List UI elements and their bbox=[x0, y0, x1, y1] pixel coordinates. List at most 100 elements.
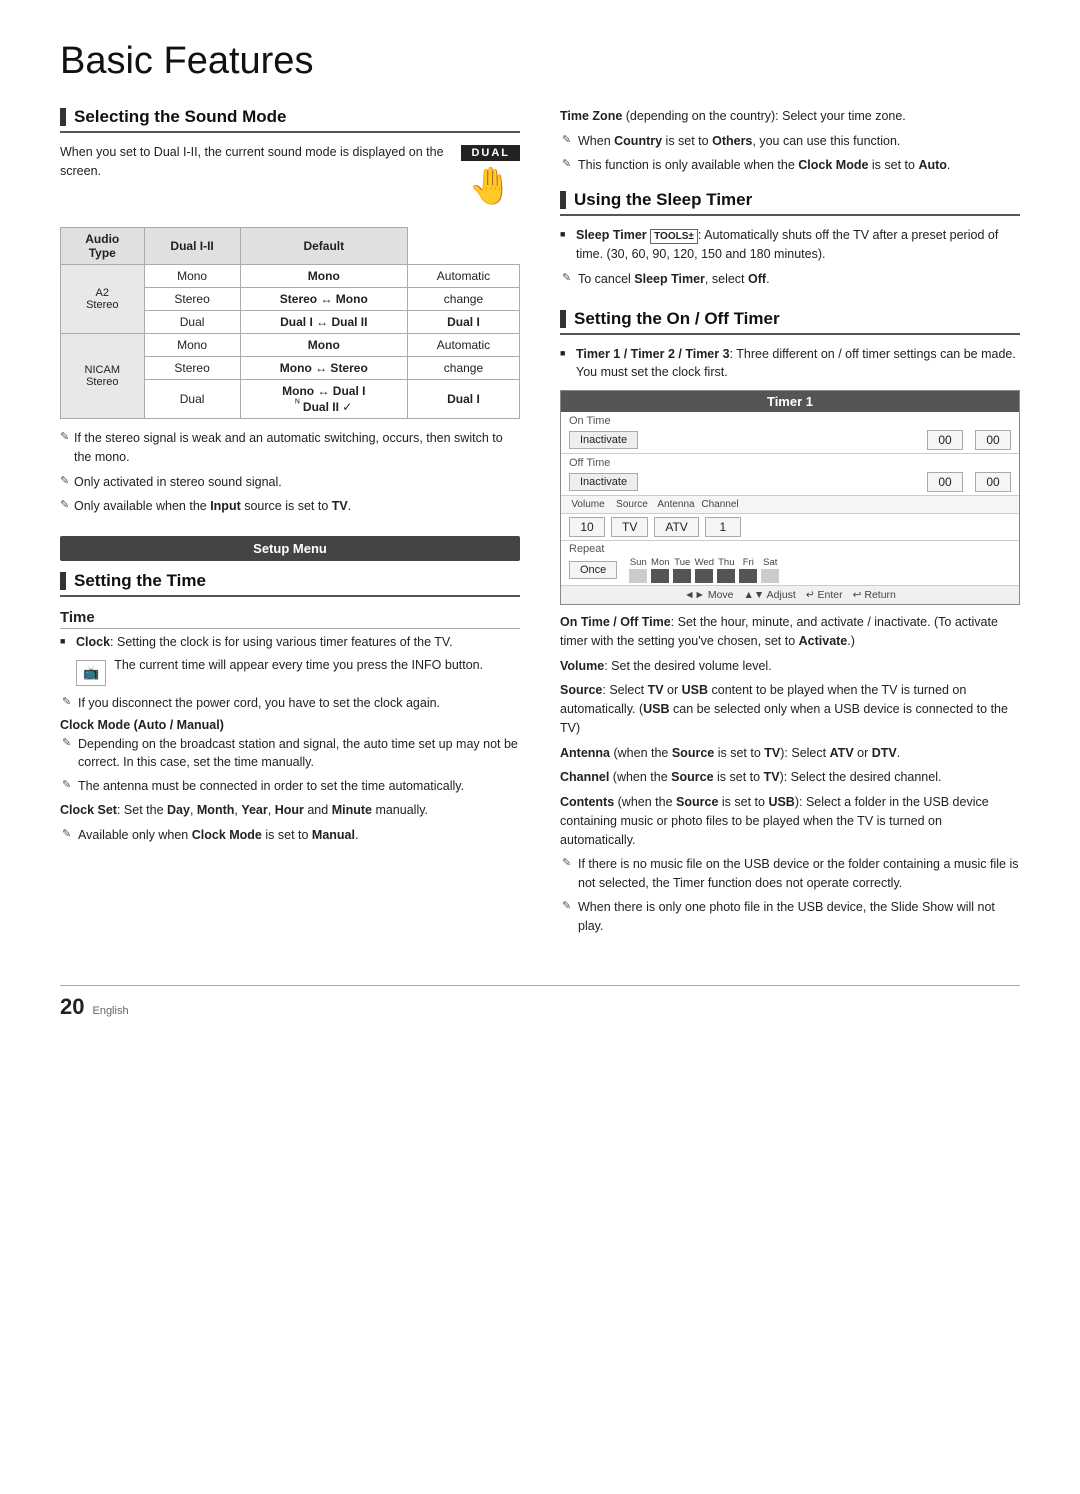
info-button-note: 📺 The current time will appear every tim… bbox=[76, 658, 520, 688]
dual-box: DUAL bbox=[461, 145, 520, 161]
day-sun: Sun bbox=[628, 557, 648, 568]
clock-mode-note-1: Depending on the broadcast station and s… bbox=[60, 735, 520, 773]
on-inactivate[interactable]: Inactivate bbox=[569, 431, 638, 449]
off-inactivate[interactable]: Inactivate bbox=[569, 473, 638, 491]
clock-mode-note-2: The antenna must be connected in order t… bbox=[60, 777, 520, 796]
header-bar-on-off bbox=[560, 310, 566, 328]
clock-mode-header: Clock Mode (Auto / Manual) bbox=[60, 718, 520, 732]
desc-note-1: If there is no music file on the USB dev… bbox=[560, 855, 1020, 893]
nav-return: ↩ Return bbox=[853, 589, 896, 601]
time-zone-text: Time Zone (depending on the country): Se… bbox=[560, 107, 1020, 126]
left-column: Selecting the Sound Mode I-II DUAL 🤚 Whe… bbox=[60, 107, 520, 955]
on-hour[interactable]: 00 bbox=[927, 430, 963, 450]
time-zone-note-1: When Country is set to Others, you can u… bbox=[560, 132, 1020, 151]
volume-val[interactable]: 10 bbox=[569, 517, 605, 537]
nav-adjust: ▲▼ Adjust bbox=[744, 589, 796, 601]
repeat-section: Repeat Once Sun Mon bbox=[561, 541, 1019, 586]
antenna-val[interactable]: ATV bbox=[654, 517, 698, 537]
desc-channel: Channel (when the Source is set to TV): … bbox=[560, 768, 1020, 787]
sound-note-2: Only activated in stereo sound signal. bbox=[60, 473, 520, 492]
channel-val[interactable]: 1 bbox=[705, 517, 741, 537]
repeat-label: Repeat bbox=[569, 543, 1011, 555]
day-box-thu bbox=[717, 569, 735, 583]
setup-menu-bar: Setup Menu bbox=[60, 536, 520, 561]
off-time-label: Off Time bbox=[561, 454, 1019, 469]
header-bar-time bbox=[60, 572, 66, 590]
day-sat: Sat bbox=[760, 557, 780, 568]
day-box-tue bbox=[673, 569, 691, 583]
right-column: Time Zone (depending on the country): Se… bbox=[560, 107, 1020, 955]
day-box-mon bbox=[651, 569, 669, 583]
remote-icon: 📺 bbox=[83, 665, 99, 681]
timer-title: Timer 1 bbox=[561, 391, 1019, 412]
hand-icon: 🤚 bbox=[461, 165, 520, 207]
header-bar-sleep bbox=[560, 191, 566, 209]
timer-bullet: Timer 1 / Timer 2 / Timer 3: Three diffe… bbox=[560, 345, 1020, 383]
section-sleep-title: Using the Sleep Timer bbox=[574, 190, 752, 210]
nicam-dual-type: Dual bbox=[144, 380, 240, 419]
stereo-type: Stereo bbox=[144, 288, 240, 311]
day-box-sun bbox=[629, 569, 647, 583]
available-note: Available only when Clock Mode is set to… bbox=[60, 826, 520, 845]
desc-contents: Contents (when the Source is set to USB)… bbox=[560, 793, 1020, 849]
vsac-label-row: Volume Source Antenna Channel bbox=[561, 496, 1019, 514]
section-on-off-header: Setting the On / Off Timer bbox=[560, 309, 1020, 335]
repeat-val[interactable]: Once bbox=[569, 561, 617, 579]
stereo-default: change bbox=[407, 288, 519, 311]
info-icon-box: 📺 bbox=[76, 660, 106, 686]
nicam-mono-dual: Mono bbox=[240, 334, 407, 357]
info-note-text: The current time will appear every time … bbox=[114, 658, 483, 672]
section-time: Setting the Time Time Clock: Setting the… bbox=[60, 571, 520, 844]
day-tue: Tue bbox=[672, 557, 692, 568]
table-row: NICAMStereo Mono Mono Automatic bbox=[61, 334, 520, 357]
sound-note-1: If the stereo signal is weak and an auto… bbox=[60, 429, 520, 467]
nicam-stereo-default: change bbox=[407, 357, 519, 380]
day-mon: Mon bbox=[650, 557, 670, 568]
timer-box: Timer 1 On Time Inactivate 00 00 Off Tim… bbox=[560, 390, 1020, 605]
sleep-note: To cancel Sleep Timer, select Off. bbox=[560, 270, 1020, 289]
on-min[interactable]: 00 bbox=[975, 430, 1011, 450]
clock-note-1: If you disconnect the power cord, you ha… bbox=[60, 694, 520, 713]
desc-source: Source: Select TV or USB content to be p… bbox=[560, 681, 1020, 737]
source-val[interactable]: TV bbox=[611, 517, 648, 537]
section-sound-header: Selecting the Sound Mode bbox=[60, 107, 520, 133]
timer-nav: ◄► Move ▲▼ Adjust ↵ Enter ↩ Return bbox=[561, 586, 1019, 604]
nicam-dual-dual: Mono ↔ Dual Iᴺ Dual II ✓ bbox=[240, 380, 407, 419]
day-thu: Thu bbox=[716, 557, 736, 568]
mono-default: Automatic bbox=[407, 265, 519, 288]
clock-bullet: Clock: Setting the clock is for using va… bbox=[60, 633, 520, 652]
off-min[interactable]: 00 bbox=[975, 472, 1011, 492]
vsac-value-row: 10 TV ATV 1 bbox=[561, 514, 1019, 541]
nicam-stereo-dual: Mono ↔ Stereo bbox=[240, 357, 407, 380]
col-audio-type: AudioType bbox=[61, 228, 145, 265]
desc-note-2: When there is only one photo file in the… bbox=[560, 898, 1020, 936]
sound-note-3: Only available when the Input source is … bbox=[60, 497, 520, 516]
col-dual: Dual I-II bbox=[144, 228, 240, 265]
section-sound-title: Selecting the Sound Mode bbox=[74, 107, 287, 127]
sleep-bullet: Sleep Timer TOOLS±: Automatically shuts … bbox=[560, 226, 1020, 264]
nav-enter: ↵ Enter bbox=[806, 589, 843, 601]
off-hour[interactable]: 00 bbox=[927, 472, 963, 492]
clock-set-text: Clock Set: Set the Day, Month, Year, Hou… bbox=[60, 801, 520, 820]
section-sleep-header: Using the Sleep Timer bbox=[560, 190, 1020, 216]
mono-dual: Mono bbox=[240, 265, 407, 288]
time-zone-section: Time Zone (depending on the country): Se… bbox=[560, 107, 1020, 174]
page-number: 20 bbox=[60, 994, 84, 1020]
volume-label: Volume bbox=[569, 499, 607, 510]
time-zone-note-2: This function is only available when the… bbox=[560, 156, 1020, 175]
source-label: Source bbox=[613, 499, 651, 510]
day-box-fri bbox=[739, 569, 757, 583]
dual-illustration: I-II DUAL 🤚 bbox=[461, 143, 520, 207]
nicam-stereo-type: Stereo bbox=[144, 357, 240, 380]
nicam-label: NICAMStereo bbox=[61, 334, 145, 419]
day-box-wed bbox=[695, 569, 713, 583]
desc-antenna: Antenna (when the Source is set to TV): … bbox=[560, 744, 1020, 763]
nicam-dual-default: Dual I bbox=[407, 380, 519, 419]
section-time-title: Setting the Time bbox=[74, 571, 206, 591]
nicam-mono-type: Mono bbox=[144, 334, 240, 357]
day-fri: Fri bbox=[738, 557, 758, 568]
day-wed: Wed bbox=[694, 557, 714, 568]
on-time-row: Inactivate 00 00 bbox=[561, 427, 1019, 454]
page-title: Basic Features bbox=[60, 40, 1020, 83]
on-time-label: On Time bbox=[561, 412, 1019, 427]
